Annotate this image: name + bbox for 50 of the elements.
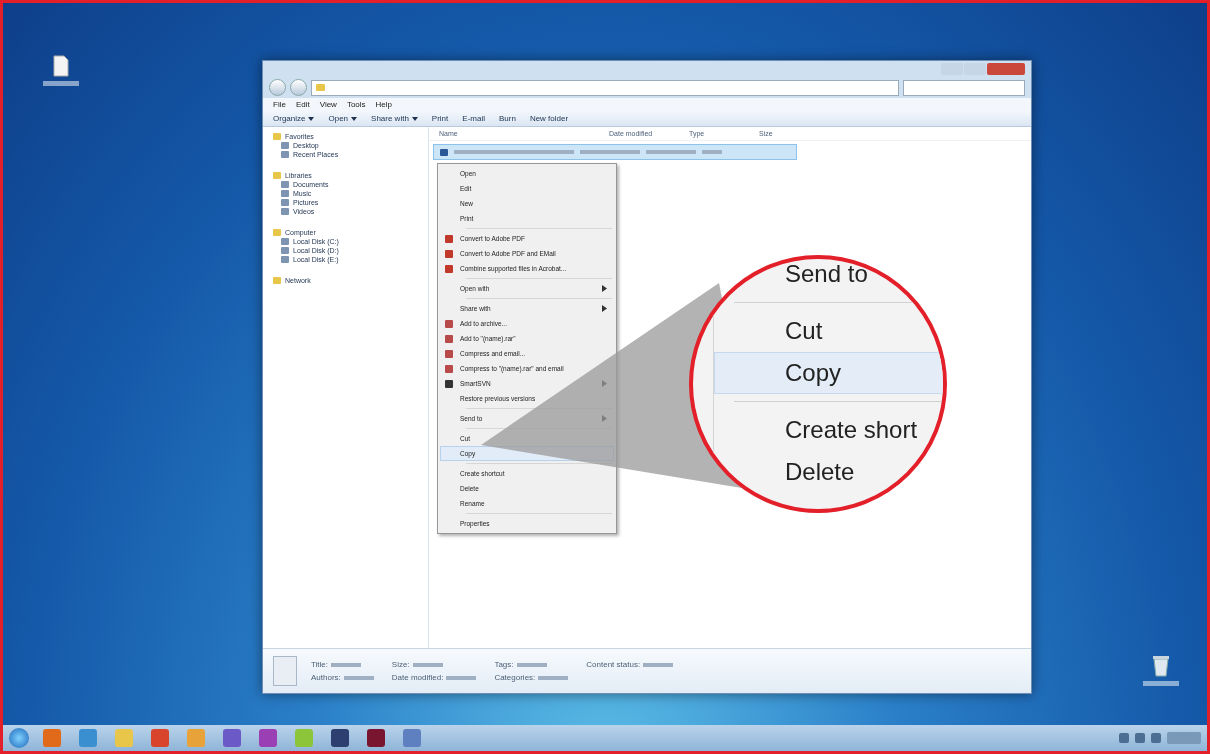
menu-item[interactable]: Edit [295, 100, 310, 109]
field-label: Date modified: [391, 673, 444, 682]
toolbar-button[interactable]: New folder [529, 114, 569, 123]
menu-item[interactable]: Help [375, 100, 393, 109]
toolbar-button[interactable]: Burn [498, 114, 516, 123]
field-label: Title: [311, 660, 329, 669]
maximize-button[interactable] [964, 63, 986, 75]
field-label: Size: [391, 660, 410, 669]
start-button[interactable] [9, 728, 29, 748]
document-icon [273, 656, 297, 686]
taskbar-app-icon[interactable] [223, 729, 241, 747]
field-label: Authors: [311, 673, 341, 682]
field-label: Tags: [494, 660, 514, 669]
submenu-arrow-icon [602, 305, 607, 312]
menu-item[interactable]: File [273, 100, 286, 109]
menu-item[interactable]: Tools [346, 100, 366, 109]
taskbar-app-icon[interactable] [115, 729, 133, 747]
recycle-bin-icon[interactable] [1152, 655, 1170, 677]
back-button[interactable] [269, 79, 286, 96]
toolbar-button[interactable]: Print [431, 114, 449, 123]
taskbar-app-icon[interactable] [43, 729, 61, 747]
icon-label [43, 81, 79, 86]
menu-item[interactable]: View [319, 100, 337, 109]
clock [1167, 732, 1201, 744]
caret-icon [351, 117, 358, 121]
search-field[interactable] [903, 79, 1025, 96]
address-bar[interactable] [311, 79, 899, 96]
taskbar-app-icon[interactable] [367, 729, 385, 747]
taskbar-app-icon[interactable] [79, 729, 97, 747]
field-label: Content status: [586, 660, 641, 669]
submenu-arrow-icon [602, 285, 607, 292]
taskbar-app-icon[interactable] [151, 729, 169, 747]
taskbar-app-icon[interactable] [331, 729, 349, 747]
close-button[interactable] [987, 63, 1025, 75]
caret-icon [308, 117, 315, 121]
field-label: Categories: [494, 673, 536, 682]
toolbar-button[interactable]: E-mail [462, 114, 485, 123]
caret-icon [411, 117, 418, 121]
file-row[interactable] [433, 144, 797, 160]
document-icon[interactable] [53, 55, 69, 77]
icon-label [1143, 681, 1179, 686]
app-icon [445, 379, 453, 388]
taskbar-app-icon[interactable] [295, 729, 313, 747]
toolbar-button[interactable]: Open [328, 114, 358, 123]
taskbar-app-icon[interactable] [259, 729, 277, 747]
toolbar-button[interactable]: Organize [273, 114, 315, 123]
forward-button[interactable] [290, 79, 307, 96]
taskbar-app-icon[interactable] [403, 729, 421, 747]
toolbar-button[interactable]: Share with [371, 114, 418, 123]
taskbar-app-icon[interactable] [187, 729, 205, 747]
